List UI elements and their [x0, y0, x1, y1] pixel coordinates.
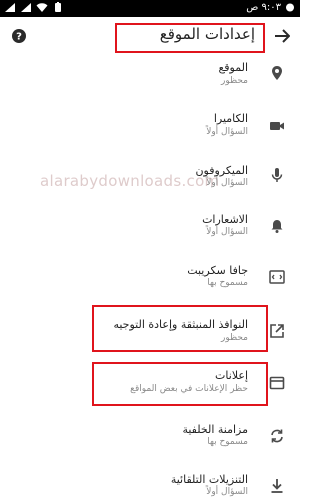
signal-icon [21, 3, 31, 12]
signal-icon [5, 3, 15, 12]
setting-javascript[interactable]: جافا سكريبت مسموح بها [0, 253, 300, 295]
setting-microphone[interactable]: الميكروفون السؤال أولاً [0, 152, 300, 194]
open-in-new-icon [270, 324, 284, 338]
microphone-icon [271, 168, 283, 182]
setting-status: السؤال أولاً [206, 487, 248, 497]
setting-auto-downloads[interactable]: التنزيلات التلقائية السؤال أولاً [0, 466, 300, 500]
svg-text:?: ? [16, 32, 22, 43]
sync-icon [271, 429, 283, 443]
setting-status: حظر الإعلانات في بعض المواقع [130, 384, 248, 394]
setting-label: الكاميرا [213, 112, 248, 125]
status-time: ٩:٠٣ ص [246, 2, 281, 13]
setting-camera[interactable]: الكاميرا السؤال أولاً [0, 104, 300, 146]
setting-label: الميكروفون [195, 164, 248, 177]
download-icon [271, 479, 283, 493]
setting-ads[interactable]: إعلانات حظر الإعلانات في بعض المواقع [0, 362, 300, 406]
setting-label: مزامنة الخلفية [182, 423, 248, 436]
bell-icon [271, 220, 283, 233]
setting-label: التنزيلات التلقائية [170, 473, 248, 486]
setting-status: محظور [220, 333, 248, 343]
setting-status: مسموح بها [207, 278, 248, 288]
setting-background-sync[interactable]: مزامنة الخلفية مسموح بها [0, 416, 300, 458]
setting-label: إعلانات [215, 369, 248, 382]
ads-window-icon [269, 376, 285, 390]
setting-location[interactable]: الموقع محظور [0, 57, 300, 99]
battery-icon [55, 2, 61, 12]
page-title: إعدادات الموقع [159, 25, 255, 43]
setting-label: جافا سكريبت [187, 264, 248, 277]
setting-label: الاشعارات [202, 213, 248, 226]
wifi-icon [36, 3, 48, 12]
back-arrow-icon[interactable] [274, 28, 290, 44]
setting-status: محظور [220, 76, 248, 86]
camera-icon [270, 122, 284, 130]
setting-status: السؤال أولاً [206, 127, 248, 137]
app-toolbar: ? إعدادات الموقع [0, 17, 300, 57]
setting-status: مسموح بها [207, 437, 248, 447]
setting-notifications[interactable]: الاشعارات السؤال أولاً [0, 200, 300, 242]
setting-label: الموقع [218, 61, 248, 74]
help-icon[interactable]: ? [12, 29, 26, 43]
setting-status: السؤال أولاً [206, 227, 248, 237]
location-pin-icon [272, 66, 282, 80]
status-bar: ٩:٠٣ ص [0, 0, 300, 17]
setting-popups-redirects[interactable]: النوافذ المنبثقة وإعادة التوجيه محظور [0, 305, 300, 352]
code-icon [269, 270, 285, 284]
setting-label: النوافذ المنبثقة وإعادة التوجيه [113, 318, 248, 331]
notification-icon [286, 3, 294, 12]
setting-status: السؤال أولاً [206, 178, 248, 188]
